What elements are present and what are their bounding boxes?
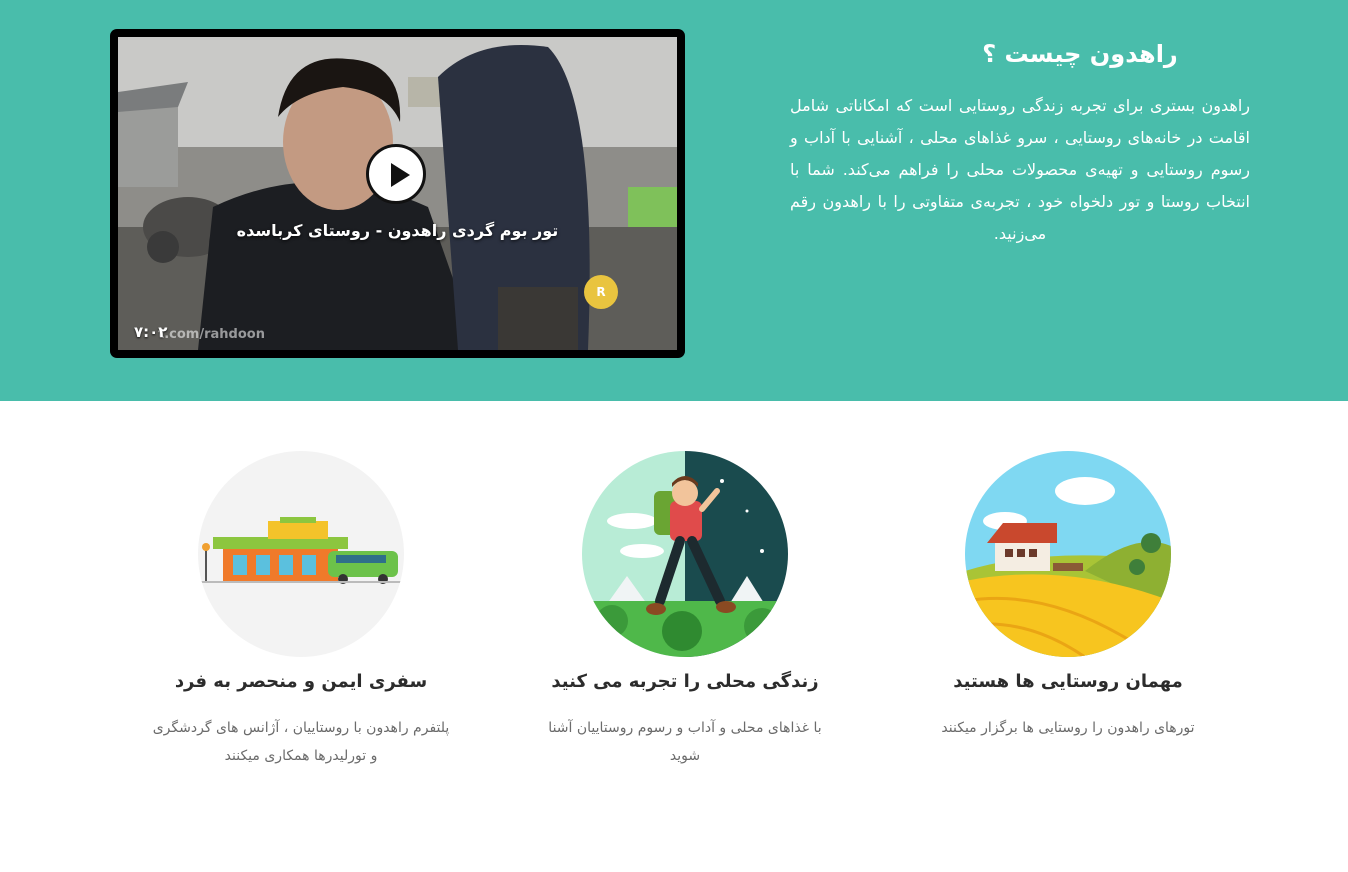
video-watermark: t.com/rahdoon (158, 327, 265, 342)
feature-title: زندگی محلی را تجربه می کنید (551, 671, 819, 692)
feature-description: با غذاهای محلی و آداب و رسوم روستاییان آ… (548, 720, 822, 764)
video-thumbnail[interactable]: تور بوم گردی راهدون - روستای کرباسده R t… (118, 37, 677, 350)
about-body: راهدون بستری برای تجربه زندگی روستایی اس… (790, 96, 1250, 243)
bus-station-icon (198, 451, 404, 657)
feature-card-host: مهمان روستایی ها هستید تورهای راهدون را … (918, 451, 1218, 742)
about-heading: راهدون چیست ؟ (982, 40, 1178, 68)
hiker-icon (582, 451, 788, 657)
video-title: تور بوم گردی راهدون - روستای کرباسده (236, 221, 559, 240)
feature-card-safe-trip: سفری ایمن و منحصر به فرد پلتفرم راهدون ب… (151, 451, 451, 770)
video-player[interactable]: تور بوم گردی راهدون - روستای کرباسده R t… (110, 29, 685, 358)
feature-card-local-life: زندگی محلی را تجربه می کنید با غذاهای مح… (535, 451, 835, 770)
play-icon (391, 163, 410, 187)
feature-description: تورهای راهدون را روستایی ها برگزار میکنن… (941, 720, 1195, 736)
feature-title: سفری ایمن و منحصر به فرد (174, 671, 428, 692)
channel-logo-icon: R (584, 275, 618, 309)
village-house-icon (965, 451, 1171, 657)
feature-description: پلتفرم راهدون با روستاییان ، آژانس های گ… (152, 720, 450, 764)
hero-section: تور بوم گردی راهدون - روستای کرباسده R t… (0, 0, 1348, 401)
about-block: راهدون چیست ؟ راهدون بستری برای تجربه زن… (790, 40, 1250, 250)
feature-title: مهمان روستایی ها هستید (953, 671, 1183, 692)
features-section: مهمان روستایی ها هستید تورهای راهدون را … (0, 401, 1348, 872)
video-duration: ۷:۰۲ (134, 323, 168, 341)
play-button[interactable] (366, 144, 426, 204)
